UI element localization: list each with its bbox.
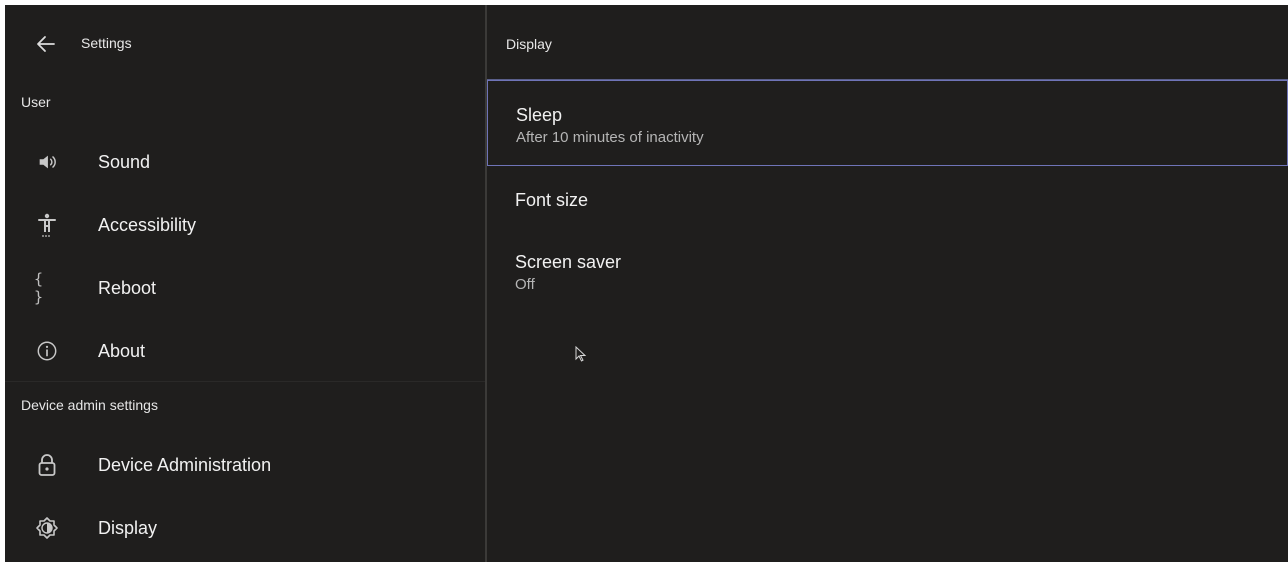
mouse-pointer-icon [575,345,589,364]
sidebar-item-label: Reboot [98,278,157,298]
sidebar-item-label: Sound [98,152,151,172]
settings-window: Settings User Sound Accessibility {} Re… [5,5,1288,562]
page-title: Display [506,36,552,52]
sidebar-item-sound[interactable]: Sound [5,135,485,191]
sidebar-item-device-administration[interactable]: Device Administration [5,438,485,494]
back-arrow-icon[interactable] [34,32,58,56]
sidebar-item-label: Display [98,518,158,538]
section-divider [5,381,485,382]
setting-title: Sleep [516,105,563,125]
lock-icon [34,452,60,478]
section-label-device-admin: Device admin settings [21,397,158,413]
setting-title: Screen saver [515,252,622,272]
sidebar-item-accessibility[interactable]: Accessibility [5,198,485,254]
sidebar-item-label: Accessibility [98,215,197,235]
setting-font-size[interactable]: Font size [487,166,1288,224]
braces-icon: { } [34,270,44,306]
settings-sidebar: Settings User Sound Accessibility {} Re… [5,5,485,562]
sidebar-item-display[interactable]: Display [5,501,485,557]
display-settings-pane: Display Sleep After 10 minutes of inacti… [487,5,1288,562]
sidebar-item-reboot[interactable]: { } Reboot [5,261,485,317]
sidebar-item-label: Device Administration [98,455,272,475]
setting-title: Font size [515,190,589,210]
info-icon [34,338,60,364]
setting-subtitle: Off [515,276,535,293]
speaker-icon [34,149,60,175]
section-label-user: User [21,94,51,110]
sidebar-item-about[interactable]: About [5,324,485,380]
setting-subtitle: After 10 minutes of inactivity [516,129,704,146]
setting-screen-saver[interactable]: Screen saver Off [487,224,1288,298]
sidebar-title: Settings [81,35,132,51]
brightness-icon [34,515,60,541]
sidebar-item-label: About [98,341,146,361]
setting-sleep[interactable]: Sleep After 10 minutes of inactivity [487,80,1288,166]
accessibility-icon [34,212,60,238]
